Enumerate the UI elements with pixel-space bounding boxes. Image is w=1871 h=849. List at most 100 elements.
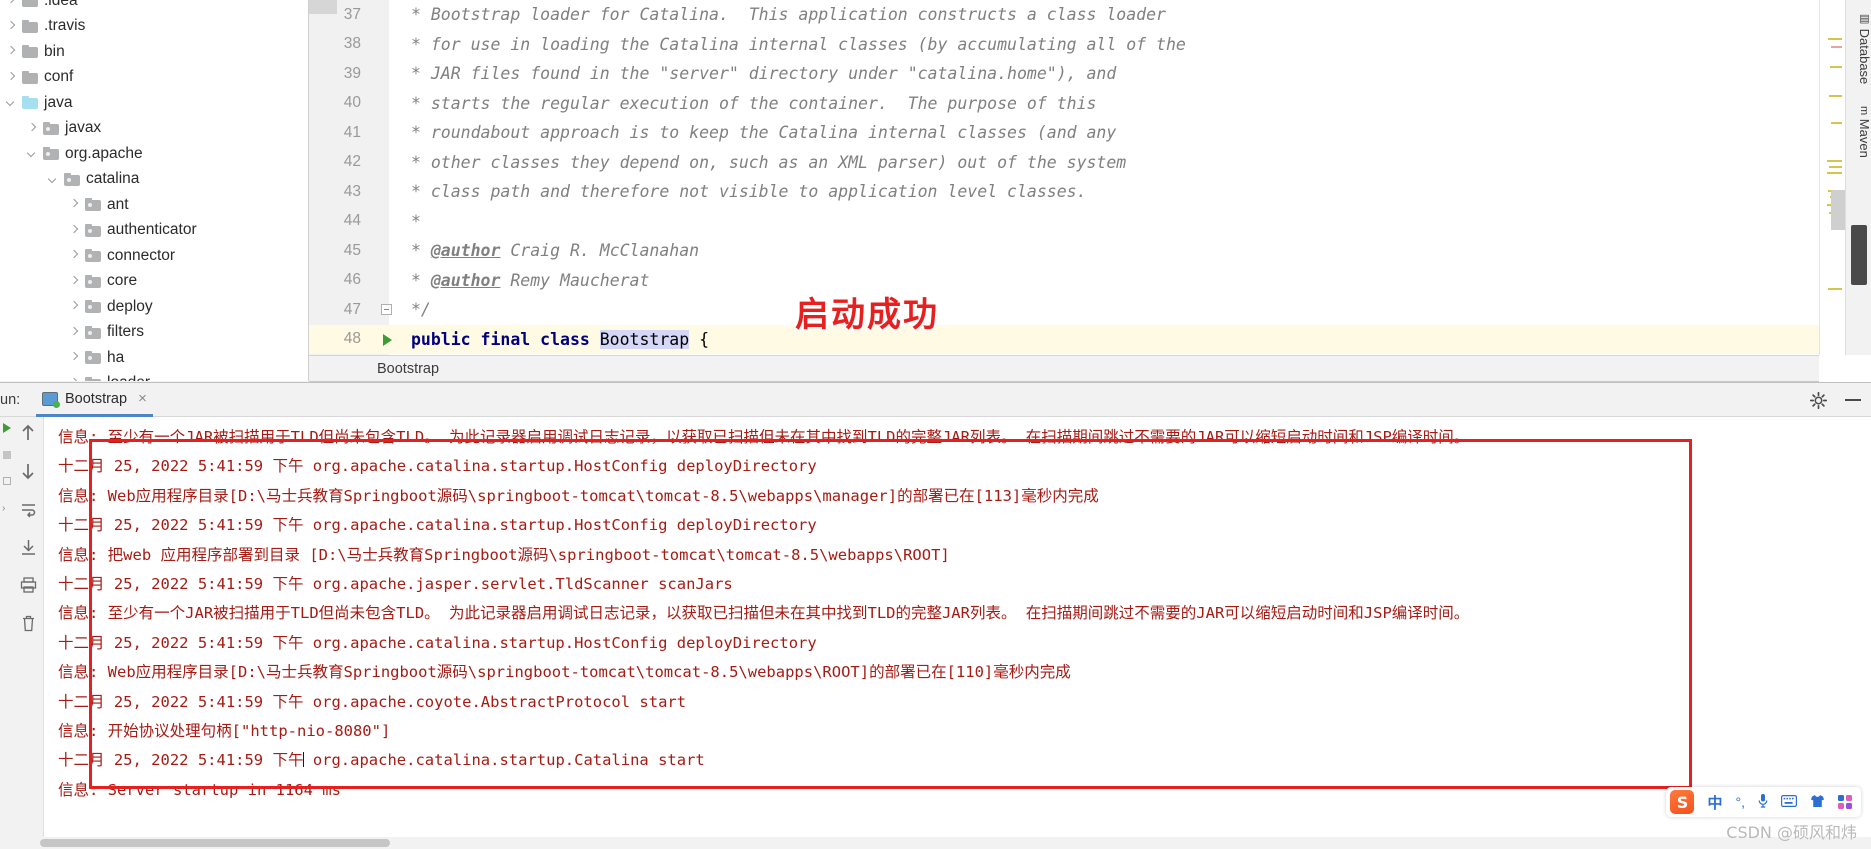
tree-item-loader[interactable]: loader xyxy=(0,371,309,381)
run-gutter-icon[interactable] xyxy=(383,333,392,346)
gutter-marker[interactable] xyxy=(373,325,411,355)
ime-mode-label[interactable]: 中 xyxy=(1707,792,1722,813)
code-editor[interactable]: 37 * Bootstrap loader for Catalina. This … xyxy=(309,0,1819,355)
tree-item--travis[interactable]: .travis xyxy=(0,14,309,40)
fold-collapse-icon[interactable] xyxy=(381,304,392,315)
code-line[interactable]: 44 * xyxy=(309,207,1819,237)
tree-item-java[interactable]: java xyxy=(0,90,309,116)
horizontal-scrollbar[interactable] xyxy=(0,837,1871,849)
console-line-text: 十二月 25, 2022 5:41:59 下午 xyxy=(58,751,304,770)
gutter-marker[interactable] xyxy=(373,207,411,237)
minimize-icon[interactable] xyxy=(1845,399,1861,401)
print-icon[interactable] xyxy=(16,573,40,597)
chevron-right-icon[interactable]: › xyxy=(2,503,11,514)
close-icon[interactable]: × xyxy=(138,390,147,407)
gutter-marker[interactable] xyxy=(373,30,411,60)
console-line: 十二月 25, 2022 5:41:59 下午 org.apache.catal… xyxy=(50,746,1871,775)
chevron-right-icon[interactable] xyxy=(67,222,83,238)
tree-item-filters[interactable]: filters xyxy=(0,320,309,346)
chevron-down-icon[interactable] xyxy=(25,146,41,162)
right-tool-window-bar[interactable]: ▤ Database m Maven xyxy=(1845,0,1871,355)
tree-item-core[interactable]: core xyxy=(0,269,309,295)
tree-item-conf[interactable]: conf xyxy=(0,65,309,91)
code-line[interactable]: 39 * JAR files found in the "server" dire… xyxy=(309,59,1819,89)
tree-item-catalina[interactable]: catalina xyxy=(0,167,309,193)
gutter-marker[interactable] xyxy=(373,177,411,207)
maven-icon: m xyxy=(1858,106,1870,116)
keyboard-icon[interactable] xyxy=(1781,794,1798,810)
code-text: * roundabout approach is to keep the Cat… xyxy=(411,123,1117,143)
code-line[interactable]: 40 * starts the regular execution of the … xyxy=(309,89,1819,119)
tree-item-deploy[interactable]: deploy xyxy=(0,294,309,320)
run-window-edge-tools[interactable]: › xyxy=(0,417,13,849)
chevron-down-icon[interactable] xyxy=(4,95,20,111)
code-line[interactable]: 48 public final class Bootstrap { xyxy=(309,324,1819,355)
apps-icon[interactable] xyxy=(1838,794,1853,810)
chevron-right-icon[interactable] xyxy=(4,44,20,60)
breadcrumb[interactable]: Bootstrap xyxy=(309,355,1819,382)
rerun-icon[interactable] xyxy=(2,423,11,433)
microphone-icon[interactable] xyxy=(1758,793,1768,811)
code-line[interactable]: 43 * class path and therefore not visible… xyxy=(309,177,1819,207)
run-tab-bootstrap[interactable]: Bootstrap × xyxy=(36,383,153,417)
chevron-right-icon[interactable] xyxy=(4,0,20,9)
chevron-right-icon[interactable] xyxy=(67,273,83,289)
tree-item-ant[interactable]: ant xyxy=(0,192,309,218)
project-tree-panel[interactable]: .idea .travis bin conf java javax org.apache ca… xyxy=(0,0,309,381)
code-line[interactable]: 45 * @author Craig R. McClanahan xyxy=(309,236,1819,266)
trash-icon[interactable] xyxy=(16,611,40,635)
gutter-marker[interactable] xyxy=(373,266,411,296)
tree-item--idea[interactable]: .idea xyxy=(0,0,309,14)
gutter-marker[interactable] xyxy=(373,295,411,325)
scroll-down-icon[interactable] xyxy=(16,459,40,483)
tree-item-javax[interactable]: javax xyxy=(0,116,309,142)
chevron-right-icon[interactable] xyxy=(25,120,41,136)
tree-item-label: catalina xyxy=(86,170,140,187)
sogou-logo-icon[interactable]: S xyxy=(1670,790,1695,814)
chevron-right-icon[interactable] xyxy=(67,350,83,366)
code-line[interactable]: 38 * for use in loading the Catalina inte… xyxy=(309,30,1819,60)
chevron-right-icon[interactable] xyxy=(67,248,83,264)
chevron-right-icon[interactable] xyxy=(67,299,83,315)
scroll-up-icon[interactable] xyxy=(16,421,40,445)
soft-wrap-icon[interactable] xyxy=(16,497,40,521)
gutter-marker[interactable] xyxy=(373,148,411,178)
gutter-marker[interactable] xyxy=(373,118,411,148)
gutter-marker[interactable] xyxy=(373,89,411,119)
stop-icon[interactable] xyxy=(2,451,11,459)
console-scrollbar[interactable] xyxy=(1857,417,1871,819)
chevron-right-icon[interactable] xyxy=(4,18,20,34)
chevron-right-icon[interactable] xyxy=(4,69,20,85)
gutter-marker[interactable] xyxy=(373,59,411,89)
gear-icon[interactable] xyxy=(1810,391,1827,409)
code-line[interactable]: 41 * roundabout approach is to keep the C… xyxy=(309,118,1819,148)
tool-tab-maven[interactable]: m Maven xyxy=(1846,100,1871,164)
gutter-marker[interactable] xyxy=(373,0,411,30)
code-line[interactable]: 37 * Bootstrap loader for Catalina. This … xyxy=(309,0,1819,30)
chevron-down-icon[interactable] xyxy=(46,171,62,187)
skin-icon[interactable] xyxy=(1810,794,1825,811)
scroll-end-icon[interactable] xyxy=(16,535,40,559)
tool-tab-database[interactable]: ▤ Database xyxy=(1846,6,1871,90)
ime-toolbar[interactable]: S 中 °, xyxy=(1666,787,1861,817)
console-output[interactable]: 信息: 至少有一个JAR被扫描用于TLD但尚未包含TLD。 为此记录器启用调试日… xyxy=(44,417,1871,849)
breadcrumb-item-bootstrap[interactable]: Bootstrap xyxy=(377,361,439,377)
right-scroll-thumb[interactable] xyxy=(1851,225,1867,285)
chevron-right-icon[interactable] xyxy=(67,197,83,213)
tree-item-ha[interactable]: ha xyxy=(0,345,309,371)
tree-item-org-apache[interactable]: org.apache xyxy=(0,141,309,167)
chevron-right-icon[interactable] xyxy=(67,324,83,340)
drag-handle-icon[interactable] xyxy=(2,477,11,485)
code-text: * starts the regular execution of the co… xyxy=(411,93,1097,113)
code-line[interactable]: 47 */ xyxy=(309,295,1819,325)
gutter-marker[interactable] xyxy=(373,236,411,266)
tree-item-authenticator[interactable]: authenticator xyxy=(0,218,309,244)
punctuation-icon[interactable]: °, xyxy=(1736,794,1746,810)
horizontal-scrollbar-thumb[interactable] xyxy=(40,839,390,847)
code-line[interactable]: 46 * @author Remy Maucherat xyxy=(309,266,1819,296)
tree-item-bin[interactable]: bin xyxy=(0,39,309,65)
code-line[interactable]: 42 * other classes they depend on, such a… xyxy=(309,148,1819,178)
tree-item-connector[interactable]: connector xyxy=(0,243,309,269)
editor-marker-bar[interactable] xyxy=(1819,0,1845,355)
console-toolbar[interactable] xyxy=(13,417,44,849)
